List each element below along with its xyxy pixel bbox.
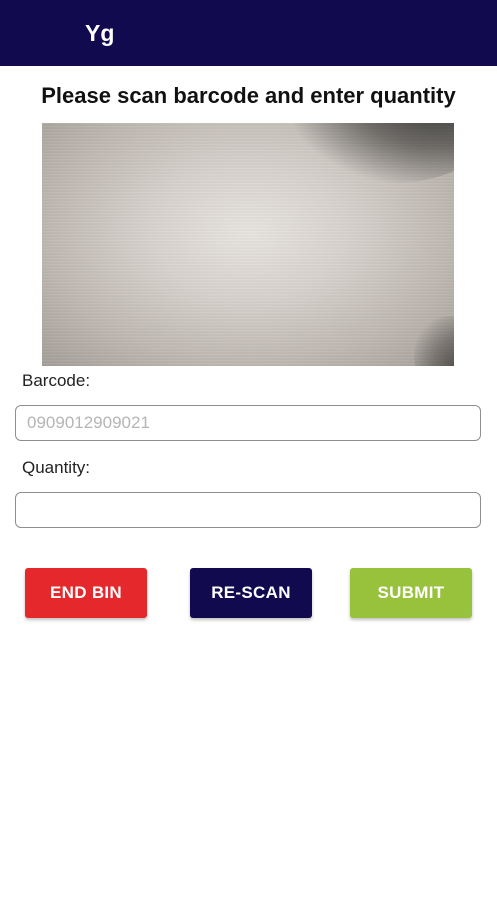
camera-shadow <box>294 123 454 183</box>
scan-instruction: Please scan barcode and enter quantity <box>41 83 456 108</box>
barcode-input[interactable] <box>15 405 481 441</box>
quantity-label: Quantity: <box>22 458 91 477</box>
app-bar: Yg <box>0 0 497 66</box>
app-title: Yg <box>85 20 115 46</box>
camera-preview[interactable] <box>42 123 454 366</box>
camera-shadow <box>414 316 454 366</box>
submit-button[interactable]: SUBMIT <box>350 568 472 618</box>
end-bin-button[interactable]: END BIN <box>25 568 147 618</box>
barcode-label: Barcode: <box>22 371 91 390</box>
quantity-input[interactable] <box>15 492 481 528</box>
rescan-button[interactable]: RE-SCAN <box>190 568 312 618</box>
